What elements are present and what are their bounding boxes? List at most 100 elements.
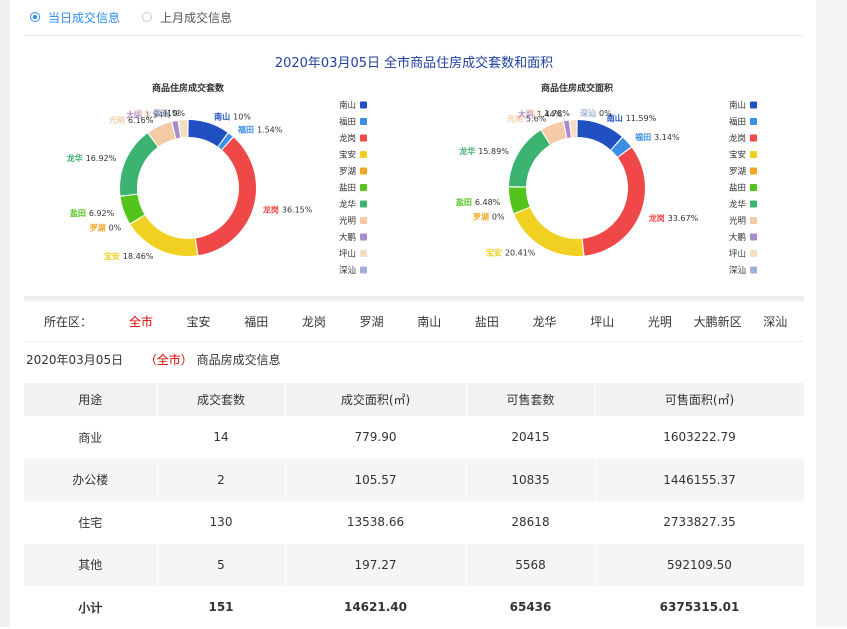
legend-item[interactable]: 坪山 <box>729 249 757 260</box>
legend-item[interactable]: 福田 <box>729 117 757 128</box>
cell-sold-area: 197.27 <box>285 543 467 586</box>
cell-sold-units: 2 <box>157 458 286 501</box>
tab-last-month[interactable]: 上月成交信息 <box>142 9 232 26</box>
donut-slice[interactable] <box>178 120 188 138</box>
district-option[interactable]: 龙岗 <box>285 313 343 330</box>
legend-swatch <box>360 151 367 158</box>
legend-item[interactable]: 龙岗 <box>339 133 367 144</box>
slice-label-value: 10% <box>233 113 251 122</box>
radio-unselected-icon[interactable] <box>142 12 153 22</box>
right-gutter <box>816 0 847 627</box>
legend-item[interactable]: 南山 <box>339 100 367 111</box>
district-option[interactable]: 全市 <box>112 313 170 330</box>
district-option[interactable]: 罗湖 <box>343 313 401 330</box>
col-header-sold-units: 成交套数 <box>157 383 286 416</box>
legend-label: 龙岗 <box>729 133 746 144</box>
donut-slice[interactable] <box>130 215 198 256</box>
section-divider <box>24 296 804 301</box>
district-option[interactable]: 宝安 <box>170 313 228 330</box>
table-row: 其他 5 197.27 5568 592109.50 <box>24 543 805 586</box>
cell-available-units: 5568 <box>466 543 596 586</box>
cell-available-area: 1603222.79 <box>595 416 805 459</box>
cell-sold-area: 105.57 <box>285 458 467 501</box>
donut-slice[interactable] <box>195 137 256 256</box>
cell-sold-units: 130 <box>157 501 286 544</box>
cell-usage: 小计 <box>24 586 158 629</box>
legend-item[interactable]: 罗湖 <box>729 167 757 177</box>
legend-item[interactable]: 龙华 <box>729 199 757 210</box>
legend-swatch <box>750 151 757 158</box>
slice-label-value: 6.92% <box>89 209 115 218</box>
legend-label: 盐田 <box>339 183 356 194</box>
district-option[interactable]: 南山 <box>400 313 458 330</box>
legend-item[interactable]: 坪山 <box>339 249 367 260</box>
district-option[interactable]: 盐田 <box>458 313 516 330</box>
slice-label: 盐田 6.48% <box>456 197 501 207</box>
cell-sold-area: 13538.66 <box>285 501 467 544</box>
radio-selected-icon[interactable] <box>30 12 40 22</box>
legend-item[interactable]: 盐田 <box>339 183 367 194</box>
info-date: 2020年03月05日 <box>26 353 124 367</box>
legend-item[interactable]: 大鹏 <box>729 232 757 243</box>
slice-label-value: 0% <box>492 212 505 221</box>
legend-item[interactable]: 龙华 <box>339 199 367 210</box>
legend-swatch <box>360 250 367 257</box>
info-suffix: 商品房成交信息 <box>196 353 281 367</box>
cell-available-area: 592109.50 <box>595 543 805 586</box>
legend-item[interactable]: 大鹏 <box>339 232 367 243</box>
legend-item[interactable]: 龙岗 <box>729 133 757 144</box>
legend-item[interactable]: 盐田 <box>729 183 757 194</box>
table-row: 商业 14 779.90 20415 1603222.79 <box>24 416 805 459</box>
slice-label-value: 36.15% <box>282 205 313 214</box>
slice-label: 龙岗 33.67% <box>648 213 699 223</box>
donut-slice[interactable] <box>582 147 645 256</box>
legend-item[interactable]: 罗湖 <box>339 167 367 177</box>
slice-label: 福田 1.54% <box>237 125 283 135</box>
slice-label-district: 坪山 <box>525 108 541 118</box>
cell-sold-area: 779.90 <box>285 416 467 459</box>
slice-label-value: 16.92% <box>86 154 117 163</box>
slice-label-value: 0% <box>172 109 185 118</box>
legend-item[interactable]: 南山 <box>729 100 757 111</box>
slice-label: 福田 3.14% <box>634 132 680 142</box>
district-option[interactable]: 大鹏新区 <box>689 313 747 330</box>
slice-label: 宝安 18.46% <box>104 251 154 261</box>
slice-label-value: 11.59% <box>626 114 657 123</box>
legend-item[interactable]: 福田 <box>339 117 367 128</box>
district-option[interactable]: 光明 <box>631 313 689 330</box>
donut-slice[interactable] <box>188 120 228 147</box>
legend-swatch <box>750 118 757 125</box>
legend-item[interactable]: 光明 <box>339 216 367 227</box>
table-row: 住宅 130 13538.66 28618 2733827.35 <box>24 501 805 544</box>
district-option[interactable]: 福田 <box>227 313 285 330</box>
cell-available-units: 10835 <box>466 458 596 501</box>
legend-item[interactable]: 宝安 <box>339 150 367 161</box>
slice-label-district: 龙华 <box>66 153 83 163</box>
tab-today[interactable]: 当日成交信息 <box>30 9 120 26</box>
district-option[interactable]: 深汕 <box>746 313 804 330</box>
legend-item[interactable]: 光明 <box>729 216 757 227</box>
donut-title: 商品住房成交面积 <box>541 82 613 94</box>
legend-swatch <box>360 101 367 109</box>
cell-available-area: 6375315.01 <box>595 586 805 629</box>
slice-label-district: 龙岗 <box>648 213 665 223</box>
legend-swatch <box>360 217 367 224</box>
legend-item[interactable]: 深汕 <box>339 265 367 276</box>
cell-available-units: 20415 <box>466 416 596 459</box>
district-option[interactable]: 龙华 <box>516 313 574 330</box>
donut-slice[interactable] <box>577 120 622 150</box>
donut-slice[interactable] <box>120 133 158 196</box>
cell-usage: 商业 <box>24 416 158 459</box>
donut-slice[interactable] <box>509 130 550 187</box>
legend-label: 坪山 <box>339 249 356 260</box>
cell-available-area: 2733827.35 <box>595 501 805 544</box>
legend-item[interactable]: 深汕 <box>729 265 757 276</box>
donut-slice[interactable] <box>570 120 577 138</box>
district-option[interactable]: 坪山 <box>573 313 631 330</box>
cell-available-units: 65436 <box>466 586 596 629</box>
legend-item[interactable]: 宝安 <box>729 150 757 161</box>
legend-label: 大鹏 <box>729 232 746 243</box>
slice-label-district: 龙岗 <box>262 204 279 214</box>
slice-label-district: 宝安 <box>486 247 502 257</box>
slice-label: 罗湖 0% <box>473 211 505 221</box>
